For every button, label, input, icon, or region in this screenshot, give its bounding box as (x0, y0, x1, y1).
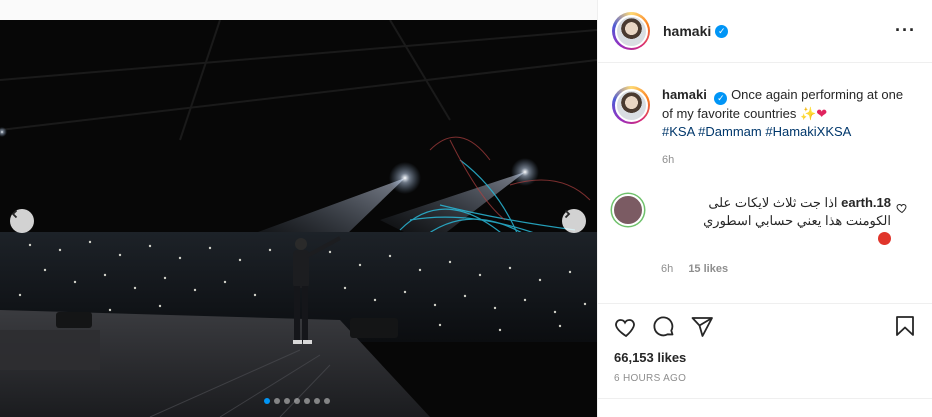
commenter-avatar[interactable] (612, 194, 644, 226)
carousel-dot (274, 398, 280, 404)
carousel-dot (284, 398, 290, 404)
verified-badge-icon: ✓ (715, 24, 729, 38)
comment-like-heart-icon[interactable] (896, 202, 908, 214)
comment-text-line: earth.18 اذا جت ثلاث لايكات على الكومنت … (661, 194, 891, 230)
author-username[interactable]: hamaki (663, 23, 711, 39)
next-slide-button[interactable] (562, 209, 586, 233)
verified-badge-icon: ✓ (714, 91, 728, 105)
more-horizontal-icon[interactable]: ··· (895, 20, 916, 41)
bookmark-icon[interactable] (893, 314, 917, 338)
caption-text: hamaki ✓ Once again performing at one of… (662, 86, 912, 169)
avatar-image (614, 88, 648, 122)
instagram-post-page: hamaki ✓ ··· hamaki ✓ Once again perform… (0, 0, 932, 417)
chevron-left-icon (11, 209, 18, 219)
comment-likes[interactable]: 15 likes (688, 263, 728, 275)
carousel-indicator (264, 398, 330, 404)
post-header: hamaki ✓ ··· (598, 0, 932, 63)
caption-username[interactable]: hamaki (662, 87, 707, 102)
caption-avatar[interactable] (612, 86, 650, 124)
concert-photo (0, 20, 597, 417)
post-timestamp[interactable]: 6 HOURS AGO (614, 373, 917, 384)
heart-emoji: ❤ (816, 105, 828, 121)
post-media[interactable] (0, 20, 597, 417)
carousel-dot (324, 398, 330, 404)
hashtag-hamakixksa[interactable]: #HamakiXKSA (765, 124, 851, 139)
carousel-dot (304, 398, 310, 404)
top-strip (0, 0, 597, 20)
angry-face-emoji (878, 232, 891, 245)
comment-icon[interactable] (652, 315, 676, 339)
add-comment-area[interactable] (598, 398, 932, 417)
avatar-image (614, 14, 648, 48)
hashtag-ksa[interactable]: #KSA (662, 124, 695, 139)
caption-meta: 6h (662, 151, 912, 169)
likes-count[interactable]: 66,153 likes (614, 350, 917, 365)
chevron-right-icon (564, 209, 571, 219)
author-avatar[interactable] (612, 12, 650, 50)
hashtag-dammam[interactable]: #Dammam (698, 124, 762, 139)
carousel-dot (294, 398, 300, 404)
commenter-username[interactable]: earth.18 (841, 195, 891, 210)
carousel-dot (264, 398, 270, 404)
sparkles-emoji: ✨ (800, 105, 817, 121)
paper-plane-icon[interactable] (690, 315, 714, 339)
comment-meta: 6h 15 likes (661, 260, 891, 278)
comment-body: earth.18 اذا جت ثلاث لايكات على الكومنت … (661, 194, 891, 278)
previous-slide-button[interactable] (10, 209, 34, 233)
carousel-dot (314, 398, 320, 404)
post-side-panel: hamaki ✓ ··· hamaki ✓ Once again perform… (597, 0, 932, 417)
heart-icon[interactable] (614, 315, 638, 339)
caption-time[interactable]: 6h (662, 154, 674, 166)
comment-item: earth.18 اذا جت ثلاث لايكات على الكومنت … (612, 194, 922, 278)
comment-time[interactable]: 6h (661, 263, 673, 275)
caption-block: hamaki ✓ Once again performing at one of… (612, 86, 922, 169)
post-actions: 66,153 likes 6 HOURS AGO (598, 303, 932, 384)
